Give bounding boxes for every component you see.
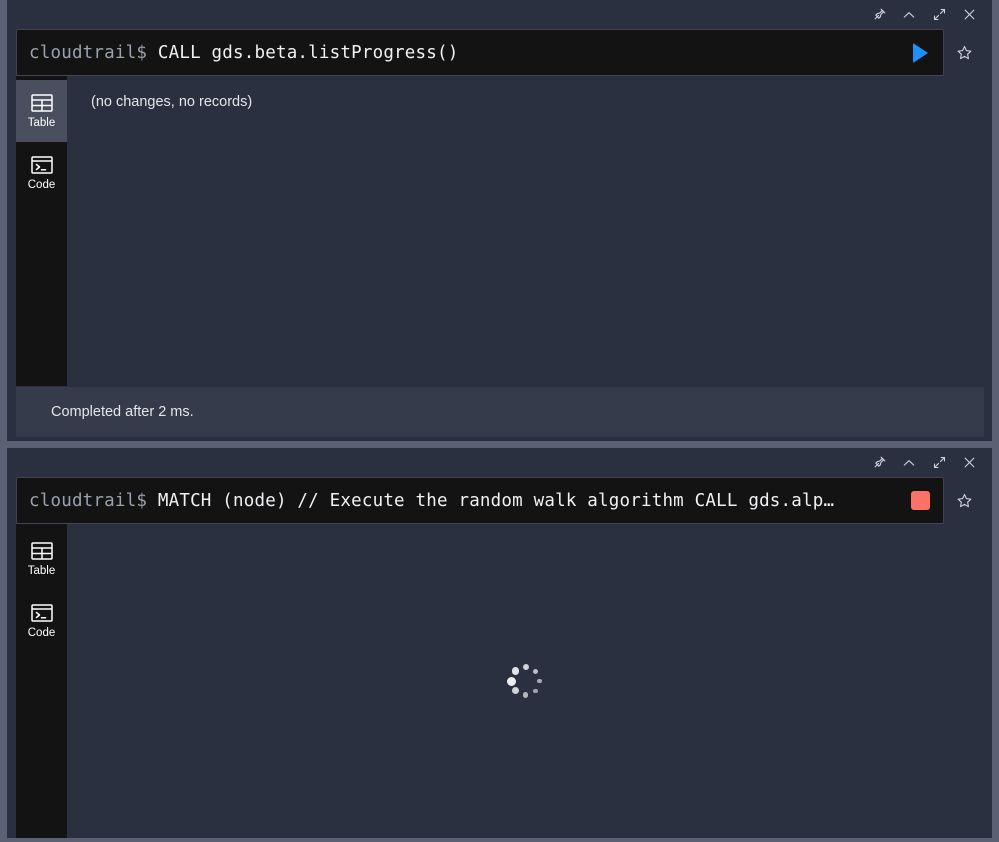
code-terminal-icon	[30, 155, 53, 174]
pin-icon[interactable]	[864, 450, 894, 476]
close-icon[interactable]	[954, 2, 984, 28]
panel-body: Table Code (no changes, no records)	[16, 76, 984, 386]
favorite-star-icon[interactable]	[944, 477, 984, 524]
status-bar: Completed after 2 ms.	[16, 387, 984, 437]
app-root: cloudtrail$ CALL gds.beta.listProgress()	[0, 0, 999, 842]
query-text: cloudtrail$ MATCH (node) // Execute the …	[29, 491, 899, 511]
table-icon	[30, 541, 53, 560]
result-area	[67, 524, 984, 838]
table-icon	[30, 93, 53, 112]
result-area: (no changes, no records)	[67, 76, 984, 386]
loading-spinner-icon	[507, 662, 545, 700]
query-command: MATCH (node) // Execute the random walk …	[157, 490, 835, 511]
query-input[interactable]: cloudtrail$ MATCH (node) // Execute the …	[16, 477, 944, 524]
pin-icon[interactable]	[864, 2, 894, 28]
view-sidebar: Table Code	[16, 76, 67, 386]
query-text: cloudtrail$ CALL gds.beta.listProgress()	[29, 43, 899, 63]
sidebar-tab-code-label: Code	[27, 178, 56, 191]
sidebar-tab-table[interactable]: Table	[16, 528, 67, 590]
sidebar-tab-code-label: Code	[27, 626, 56, 639]
stop-query-button[interactable]	[903, 484, 937, 518]
chevron-up-icon[interactable]	[894, 2, 924, 28]
query-prompt: cloudtrail$	[29, 490, 148, 511]
panel-titlebar	[7, 448, 992, 477]
sidebar-tab-code[interactable]: Code	[16, 590, 67, 652]
sidebar-tab-table-label: Table	[27, 564, 56, 577]
code-terminal-icon	[30, 603, 53, 622]
loading-spinner-wrap	[67, 524, 984, 838]
expand-icon[interactable]	[924, 450, 954, 476]
query-panel-completed: cloudtrail$ CALL gds.beta.listProgress()	[7, 0, 992, 441]
view-sidebar: Table Code	[16, 524, 67, 838]
query-command: CALL gds.beta.listProgress()	[157, 42, 459, 63]
query-prompt: cloudtrail$	[29, 42, 148, 63]
sidebar-tab-table[interactable]: Table	[16, 80, 67, 142]
panel-body: Table Code	[16, 524, 984, 838]
close-icon[interactable]	[954, 450, 984, 476]
status-text: Completed after 2 ms.	[51, 404, 194, 420]
query-bar: cloudtrail$ CALL gds.beta.listProgress()	[7, 29, 992, 76]
sidebar-tab-table-label: Table	[27, 116, 56, 129]
panel-titlebar	[7, 0, 992, 29]
chevron-up-icon[interactable]	[894, 450, 924, 476]
query-panel-running: cloudtrail$ MATCH (node) // Execute the …	[7, 448, 992, 838]
query-bar: cloudtrail$ MATCH (node) // Execute the …	[7, 477, 992, 524]
result-message: (no changes, no records)	[91, 94, 253, 110]
play-icon	[912, 42, 928, 63]
run-query-button[interactable]	[903, 36, 937, 70]
expand-icon[interactable]	[924, 2, 954, 28]
favorite-star-icon[interactable]	[944, 29, 984, 76]
stop-icon	[910, 491, 930, 510]
query-input[interactable]: cloudtrail$ CALL gds.beta.listProgress()	[16, 29, 944, 76]
sidebar-tab-code[interactable]: Code	[16, 142, 67, 204]
